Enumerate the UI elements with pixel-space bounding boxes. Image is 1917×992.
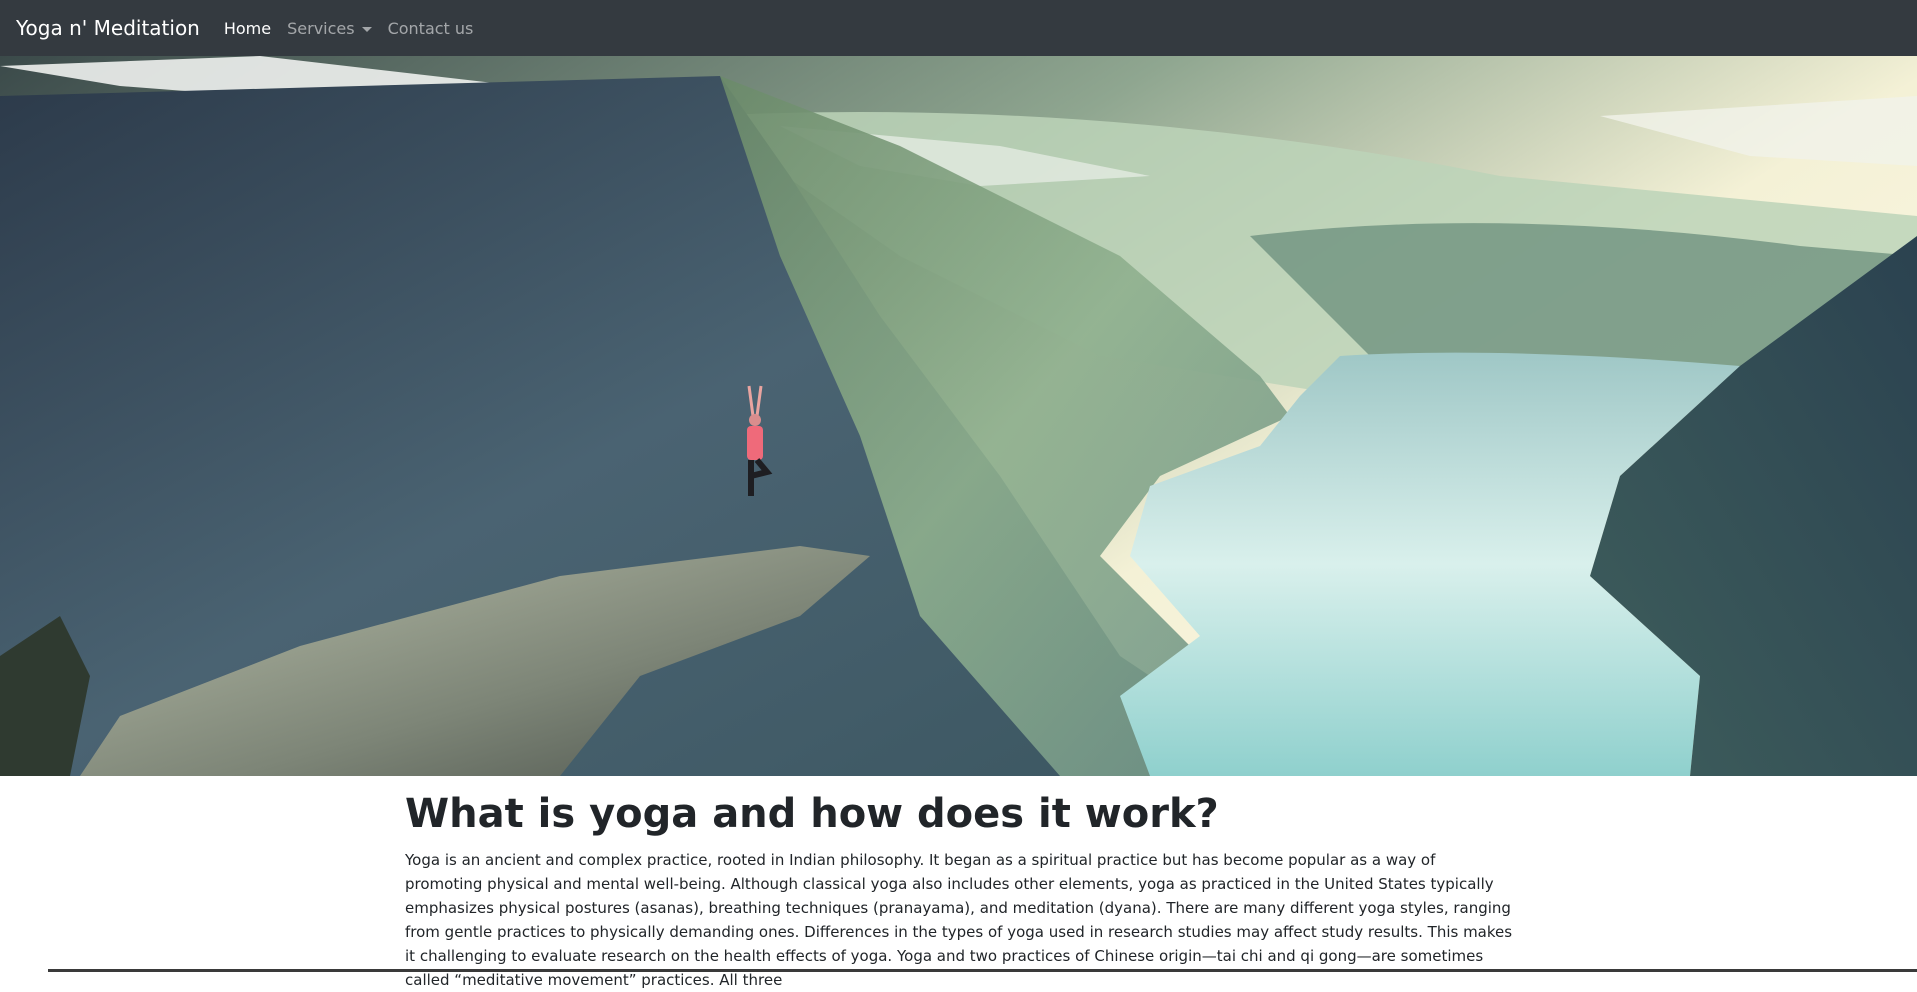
nav-contact-label: Contact us — [387, 18, 474, 38]
top-navbar: Yoga n' Meditation Home Services Contact… — [0, 0, 1917, 56]
article: What is yoga and how does it work? Yoga … — [405, 790, 1515, 992]
mountain-lake-yoga-photo — [0, 56, 1917, 776]
hero-image — [0, 56, 1917, 776]
nav-services-dropdown[interactable]: Services — [287, 18, 372, 38]
nav-home-link[interactable]: Home — [224, 19, 271, 38]
nav-services-label: Services — [287, 18, 355, 38]
article-heading: What is yoga and how does it work? — [405, 791, 1219, 837]
nav-contact-link[interactable]: Contact us — [388, 19, 474, 38]
chevron-down-icon — [361, 26, 372, 32]
brand-link[interactable]: Yoga n' Meditation — [16, 16, 200, 40]
horizontal-scrollbar[interactable] — [48, 967, 1917, 972]
nav-home-label: Home — [223, 18, 272, 38]
